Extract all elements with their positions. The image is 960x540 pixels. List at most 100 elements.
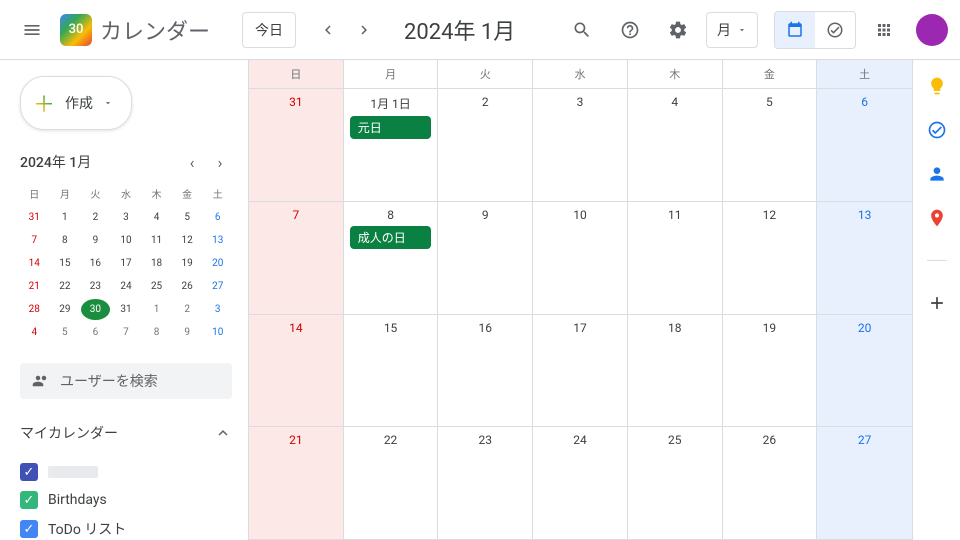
mini-day[interactable]: 7 <box>20 230 49 251</box>
my-calendars-header[interactable]: マイカレンダー <box>20 423 232 443</box>
mini-day[interactable]: 13 <box>203 230 232 251</box>
day-cell[interactable]: 16 <box>438 315 533 427</box>
prev-period-button[interactable] <box>312 14 344 46</box>
mini-day[interactable]: 9 <box>173 322 202 343</box>
day-cell[interactable]: 22 <box>344 427 439 539</box>
logo[interactable]: 30 カレンダー <box>60 14 210 46</box>
mini-day[interactable]: 12 <box>173 230 202 251</box>
mini-day[interactable]: 14 <box>20 253 49 274</box>
mini-day[interactable]: 1 <box>142 299 171 320</box>
search-button[interactable] <box>562 10 602 50</box>
mini-day[interactable]: 17 <box>112 253 141 274</box>
mini-day[interactable]: 10 <box>203 322 232 343</box>
mini-day[interactable]: 9 <box>81 230 110 251</box>
next-period-button[interactable] <box>348 14 380 46</box>
day-cell[interactable]: 19 <box>723 315 818 427</box>
checkbox[interactable]: ✓ <box>20 463 38 481</box>
mini-day[interactable]: 11 <box>142 230 171 251</box>
day-cell[interactable]: 13 <box>817 202 912 314</box>
mini-day[interactable]: 2 <box>81 207 110 228</box>
day-cell[interactable]: 5 <box>723 89 818 201</box>
mini-day[interactable]: 23 <box>81 276 110 297</box>
mini-day[interactable]: 8 <box>142 322 171 343</box>
event-chip[interactable]: 成人の日 <box>350 226 432 249</box>
mini-day[interactable]: 26 <box>173 276 202 297</box>
calendar-view-button[interactable] <box>775 12 815 48</box>
mini-day[interactable]: 4 <box>20 322 49 343</box>
day-cell[interactable]: 27 <box>817 427 912 539</box>
add-addon-button[interactable] <box>927 293 947 313</box>
mini-day[interactable]: 5 <box>173 207 202 228</box>
event-chip[interactable]: 元日 <box>350 116 432 139</box>
mini-day[interactable]: 10 <box>112 230 141 251</box>
view-selector[interactable]: 月 <box>706 12 758 48</box>
day-cell[interactable]: 4 <box>628 89 723 201</box>
day-cell[interactable]: 31 <box>249 89 344 201</box>
day-cell[interactable]: 3 <box>533 89 628 201</box>
mini-day[interactable]: 28 <box>20 299 49 320</box>
checkbox[interactable]: ✓ <box>20 491 38 509</box>
mini-day[interactable]: 30 <box>81 299 110 320</box>
mini-day[interactable]: 6 <box>203 207 232 228</box>
mini-day[interactable]: 3 <box>203 299 232 320</box>
calendar-item[interactable]: ✓Birthdays <box>20 491 232 509</box>
tasks-icon[interactable] <box>927 120 947 140</box>
mini-day[interactable]: 24 <box>112 276 141 297</box>
today-button[interactable]: 今日 <box>242 12 296 48</box>
day-cell[interactable]: 26 <box>723 427 818 539</box>
day-cell[interactable]: 6 <box>817 89 912 201</box>
mini-day[interactable]: 16 <box>81 253 110 274</box>
keep-icon[interactable] <box>927 76 947 96</box>
mini-day[interactable]: 31 <box>20 207 49 228</box>
contacts-icon[interactable] <box>927 164 947 184</box>
mini-day[interactable]: 27 <box>203 276 232 297</box>
help-button[interactable] <box>610 10 650 50</box>
mini-day[interactable]: 1 <box>51 207 80 228</box>
maps-icon[interactable] <box>927 208 947 228</box>
day-cell[interactable]: 11 <box>628 202 723 314</box>
mini-day[interactable]: 29 <box>51 299 80 320</box>
day-cell[interactable]: 18 <box>628 315 723 427</box>
search-people[interactable]: ユーザーを検索 <box>20 363 232 399</box>
day-cell[interactable]: 25 <box>628 427 723 539</box>
apps-button[interactable] <box>864 10 904 50</box>
day-cell[interactable]: 7 <box>249 202 344 314</box>
mini-day[interactable]: 18 <box>142 253 171 274</box>
day-cell[interactable]: 1月 1日元日 <box>344 89 439 201</box>
mini-day[interactable]: 5 <box>51 322 80 343</box>
mini-day[interactable]: 31 <box>112 299 141 320</box>
mini-day[interactable]: 21 <box>20 276 49 297</box>
mini-day[interactable]: 20 <box>203 253 232 274</box>
checkbox[interactable]: ✓ <box>20 520 38 538</box>
day-cell[interactable]: 21 <box>249 427 344 539</box>
day-cell[interactable]: 2 <box>438 89 533 201</box>
mini-next-button[interactable]: › <box>208 150 232 174</box>
day-cell[interactable]: 24 <box>533 427 628 539</box>
mini-day[interactable]: 2 <box>173 299 202 320</box>
create-button[interactable]: ＋ 作成 <box>20 76 132 130</box>
tasks-view-button[interactable] <box>815 12 855 48</box>
mini-day[interactable]: 4 <box>142 207 171 228</box>
calendar-item[interactable]: ✓ <box>20 463 232 481</box>
mini-day[interactable]: 8 <box>51 230 80 251</box>
day-cell[interactable]: 23 <box>438 427 533 539</box>
mini-day[interactable]: 3 <box>112 207 141 228</box>
day-cell[interactable]: 14 <box>249 315 344 427</box>
settings-button[interactable] <box>658 10 698 50</box>
mini-day[interactable]: 6 <box>81 322 110 343</box>
mini-day[interactable]: 25 <box>142 276 171 297</box>
day-cell[interactable]: 10 <box>533 202 628 314</box>
day-cell[interactable]: 8成人の日 <box>344 202 439 314</box>
mini-day[interactable]: 22 <box>51 276 80 297</box>
mini-day[interactable]: 15 <box>51 253 80 274</box>
menu-button[interactable] <box>12 10 52 50</box>
mini-day[interactable]: 7 <box>112 322 141 343</box>
mini-prev-button[interactable]: ‹ <box>180 150 204 174</box>
calendar-item[interactable]: ✓ToDo リスト <box>20 519 232 539</box>
day-cell[interactable]: 17 <box>533 315 628 427</box>
avatar[interactable] <box>916 14 948 46</box>
day-cell[interactable]: 12 <box>723 202 818 314</box>
day-cell[interactable]: 9 <box>438 202 533 314</box>
mini-day[interactable]: 19 <box>173 253 202 274</box>
day-cell[interactable]: 15 <box>344 315 439 427</box>
